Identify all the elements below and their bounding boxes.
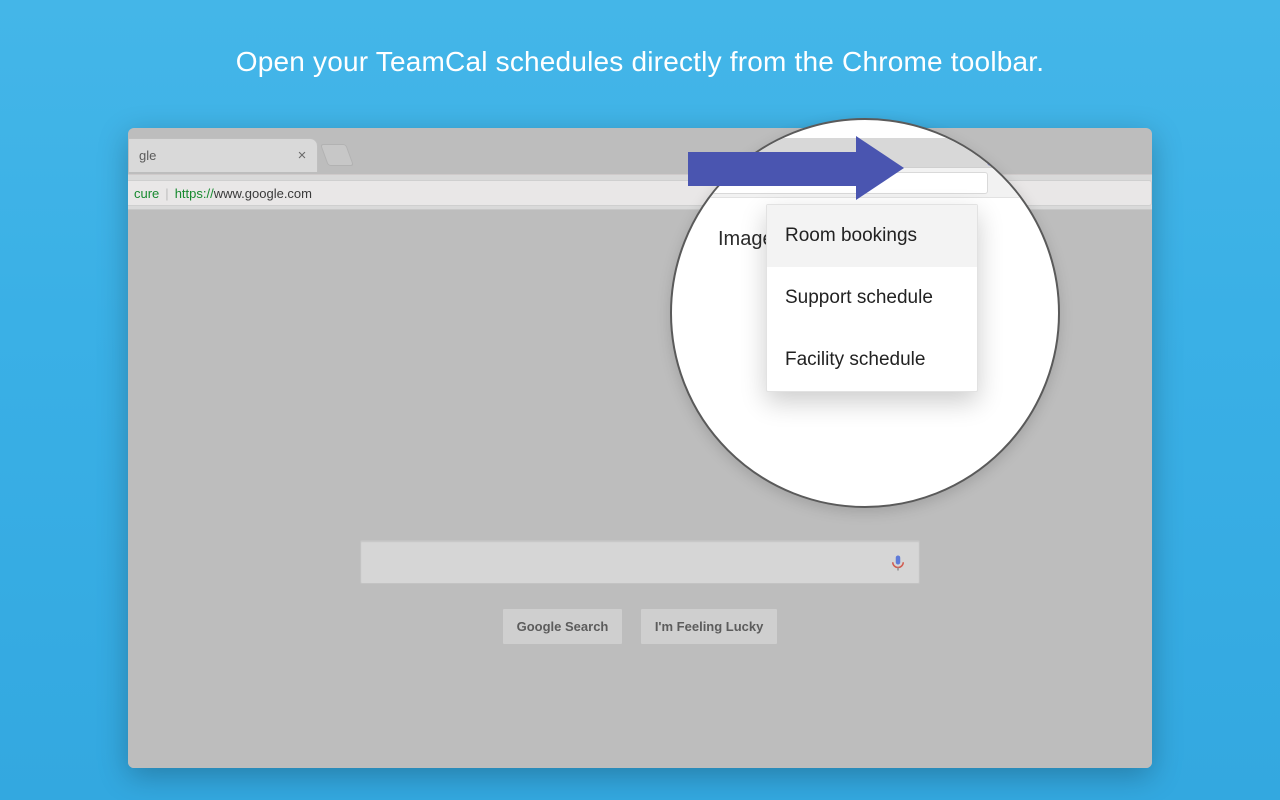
google-search-button[interactable]: Google Search [502, 608, 624, 645]
separator-icon: | [165, 186, 168, 201]
mic-icon[interactable] [889, 551, 907, 575]
menu-item-support-schedule[interactable]: Support schedule [767, 267, 977, 329]
secure-label: cure [134, 186, 159, 201]
extension-popup: Room bookings Support schedule Facility … [766, 204, 978, 392]
tab-title: gle [139, 148, 295, 163]
chrome-menu-icon[interactable] [1022, 146, 1038, 166]
promo-headline: Open your TeamCal schedules directly fro… [0, 46, 1280, 78]
close-icon[interactable]: × [295, 149, 309, 163]
toolbar-bright [672, 168, 1058, 198]
spotlight: Image Room bookings Support schedule Fac… [670, 118, 1060, 508]
teamcal-extension-icon[interactable] [986, 145, 1010, 167]
menu-item-room-bookings[interactable]: Room bookings [767, 205, 977, 267]
url-host: www.google.com [214, 186, 312, 201]
url-scheme: https:// [175, 186, 214, 201]
address-bar-bright[interactable] [670, 172, 988, 194]
new-tab-button[interactable] [320, 144, 354, 166]
search-input[interactable] [360, 540, 920, 584]
browser-tab[interactable]: gle × [128, 138, 318, 172]
feeling-lucky-button[interactable]: I'm Feeling Lucky [640, 608, 779, 645]
menu-item-facility-schedule[interactable]: Facility schedule [767, 329, 977, 391]
